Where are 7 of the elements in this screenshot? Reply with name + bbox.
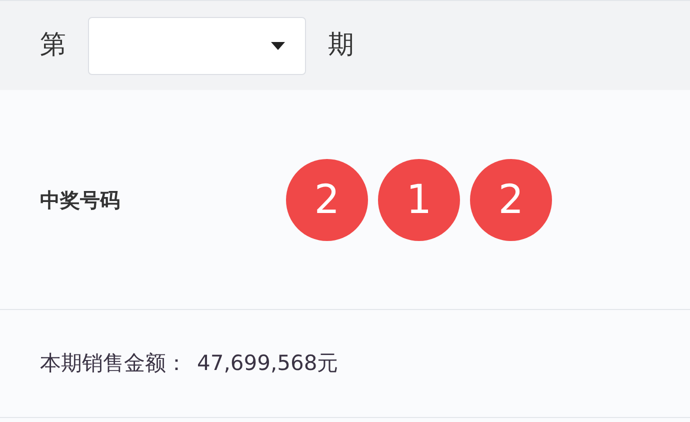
winning-numbers-label: 中奖号码	[40, 186, 121, 214]
period-prefix: 第	[40, 29, 66, 62]
period-dropdown[interactable]	[88, 16, 306, 74]
period-suffix: 期	[328, 29, 354, 62]
caret-icon	[271, 42, 285, 50]
sales-amount: 47,699,568元	[197, 350, 338, 377]
sales-label: 本期销售金额：	[40, 350, 187, 377]
